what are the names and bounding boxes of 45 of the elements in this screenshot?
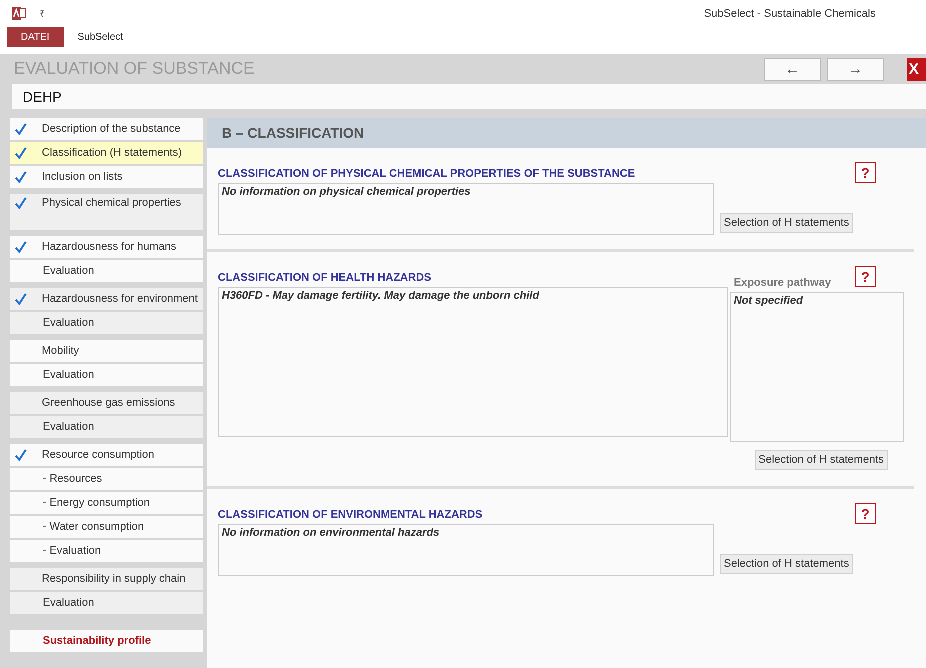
selection-button[interactable]: Selection of H statements <box>720 554 854 574</box>
pathway-field[interactable]: Not specified <box>730 292 904 442</box>
section-title: CLASSIFICATION OF HEALTH HAZARDS <box>218 272 432 284</box>
form-title: EVALUATION OF SUBSTANCE <box>14 59 256 79</box>
nav-item[interactable]: - Evaluation <box>10 540 203 562</box>
field-label: Exposure pathway <box>733 277 832 289</box>
ribbon-tab[interactable]: SubSelect <box>64 27 138 47</box>
nav-item[interactable]: Evaluation <box>10 260 203 282</box>
statement-field[interactable]: No information on physical chemical properties <box>218 183 714 235</box>
nav-item[interactable]: - Resources <box>10 468 203 490</box>
quick-access-menu[interactable]: ₹ <box>40 7 45 20</box>
nav-item[interactable]: Evaluation <box>10 312 203 334</box>
statement-field[interactable]: H360FD - May damage fertility. May damage the unborn child <box>218 287 728 437</box>
substance-name: DEHP <box>12 84 926 109</box>
nav-item[interactable]: Evaluation <box>10 364 203 386</box>
statement-field[interactable]: No information on environmental hazards <box>218 524 714 576</box>
selection-button[interactable]: Selection of H statements <box>720 213 854 233</box>
panel-heading: B – CLASSIFICATION <box>207 118 926 148</box>
nav-item[interactable]: Greenhouse gas emissions <box>10 392 203 414</box>
nav-item[interactable]: Responsibility in supply chain <box>10 568 203 590</box>
nav-item[interactable]: Description of the substance <box>10 118 203 140</box>
nav-item[interactable]: Hazardousness for humans <box>10 236 203 258</box>
help-button[interactable]: ? <box>855 266 876 287</box>
nav-item[interactable]: - Energy consumption <box>10 492 203 514</box>
section-title: CLASSIFICATION OF PHYSICAL CHEMICAL PROPERTIES OF THE SUBSTANCE <box>218 168 636 180</box>
forward-button[interactable]: → <box>827 58 884 80</box>
close-button[interactable]: X <box>907 58 926 80</box>
nav-item[interactable]: Resource consumption <box>10 444 203 466</box>
help-button[interactable]: ? <box>855 162 876 183</box>
nav-item[interactable]: Evaluation <box>10 592 203 614</box>
ribbon-tab[interactable]: DATEI <box>7 27 64 47</box>
nav-item[interactable]: - Water consumption <box>10 516 203 538</box>
help-button[interactable]: ? <box>855 503 876 524</box>
nav-item[interactable]: Classification (H statements) <box>10 142 203 164</box>
nav-item[interactable]: Physical chemical properties <box>10 194 203 230</box>
nav-item[interactable]: Sustainability profile <box>10 630 203 652</box>
nav-item[interactable]: Hazardousness for environment <box>10 288 203 310</box>
back-button[interactable]: ← <box>764 58 821 80</box>
nav-item[interactable]: Evaluation <box>10 416 203 438</box>
section-title: CLASSIFICATION OF ENVIRONMENTAL HAZARDS <box>218 509 483 521</box>
nav-item[interactable]: Inclusion on lists <box>10 166 203 188</box>
app-icon[interactable] <box>12 7 26 20</box>
window-title: SubSelect - Sustainable Chemicals <box>704 8 877 20</box>
selection-button[interactable]: Selection of H statements <box>754 450 888 470</box>
nav-item[interactable]: Mobility <box>10 340 203 362</box>
